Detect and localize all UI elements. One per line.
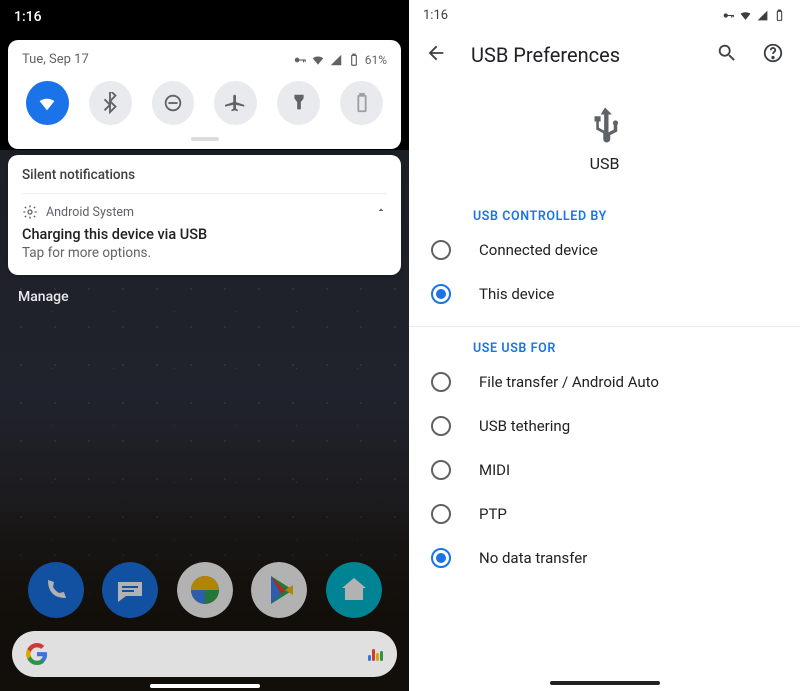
- radio-icon: [431, 416, 451, 436]
- dock-phone[interactable]: [27, 561, 85, 619]
- manage-button[interactable]: Manage: [0, 275, 409, 319]
- nav-pill-left[interactable]: [150, 684, 260, 688]
- qs-tile-flashlight[interactable]: [277, 81, 320, 125]
- radio-connected-device[interactable]: Connected device: [431, 228, 784, 272]
- usb-hero-label: USB: [590, 154, 620, 173]
- search-button[interactable]: [716, 42, 738, 68]
- radio-ptp[interactable]: PTP: [431, 492, 784, 536]
- dock-home[interactable]: [325, 561, 383, 619]
- qs-tile-dnd[interactable]: [152, 81, 195, 125]
- key-icon: [293, 53, 307, 67]
- nav-pill-right[interactable]: [550, 681, 660, 685]
- radio-this-device[interactable]: This device: [431, 272, 784, 316]
- radio-icon: [431, 284, 451, 304]
- radio-label: USB tethering: [479, 417, 570, 435]
- section-header-use-for: USE USB FOR: [473, 327, 784, 360]
- notification-card[interactable]: Silent notifications Android System Char…: [8, 155, 401, 275]
- notif-title: Charging this device via USB: [22, 222, 387, 243]
- radio-icon: [431, 372, 451, 392]
- dock-play-store[interactable]: [250, 561, 308, 619]
- back-button[interactable]: [425, 42, 447, 68]
- left-clock: 1:16: [14, 9, 42, 25]
- assistant-icon[interactable]: [368, 647, 383, 661]
- radio-label: File transfer / Android Auto: [479, 373, 659, 391]
- usb-icon: [584, 104, 626, 146]
- qs-date: Tue, Sep 17: [22, 52, 89, 67]
- radio-midi[interactable]: MIDI: [431, 448, 784, 492]
- notif-app-name: Android System: [46, 205, 134, 220]
- right-clock: 1:16: [423, 8, 448, 23]
- qs-drag-handle[interactable]: [191, 137, 219, 141]
- signal-icon: [756, 9, 769, 22]
- qs-battery-pct: 61%: [365, 53, 387, 67]
- qs-tile-bluetooth[interactable]: [89, 81, 132, 125]
- radio-label: Connected device: [479, 241, 598, 259]
- battery-icon: [773, 9, 786, 22]
- wifi-icon: [739, 9, 752, 22]
- right-status-bar: 1:16: [409, 0, 800, 30]
- signal-icon: [329, 53, 343, 67]
- qs-tile-battery-saver[interactable]: [340, 81, 383, 125]
- left-status-bar: 1:16: [0, 0, 409, 34]
- radio-label: This device: [479, 285, 554, 303]
- notif-section-title: Silent notifications: [22, 167, 387, 194]
- qs-tile-airplane[interactable]: [214, 81, 257, 125]
- radio-usb-tethering[interactable]: USB tethering: [431, 404, 784, 448]
- radio-label: PTP: [479, 505, 507, 523]
- notif-expand-icon[interactable]: [375, 204, 387, 220]
- radio-icon: [431, 460, 451, 480]
- battery-icon: [347, 53, 361, 67]
- radio-label: MIDI: [479, 461, 510, 479]
- help-button[interactable]: [762, 42, 784, 68]
- radio-label: No data transfer: [479, 549, 587, 567]
- radio-file-transfer[interactable]: File transfer / Android Auto: [431, 360, 784, 404]
- page-title: USB Preferences: [471, 43, 620, 67]
- key-icon: [722, 9, 735, 22]
- radio-icon: [431, 548, 451, 568]
- search-bar[interactable]: [12, 631, 397, 677]
- radio-icon: [431, 504, 451, 524]
- dock-messages[interactable]: [101, 561, 159, 619]
- quick-settings-panel: Tue, Sep 17 61%: [8, 40, 401, 149]
- qs-tile-wifi[interactable]: [26, 81, 69, 125]
- notif-subtitle: Tap for more options.: [22, 243, 387, 261]
- google-g-icon: [26, 643, 48, 665]
- radio-no-data-transfer[interactable]: No data transfer: [431, 536, 784, 580]
- dock-photos[interactable]: [176, 561, 234, 619]
- wifi-icon: [311, 53, 325, 67]
- section-header-controlled-by: USB CONTROLLED BY: [473, 195, 784, 228]
- android-system-icon: [22, 204, 38, 220]
- radio-icon: [431, 240, 451, 260]
